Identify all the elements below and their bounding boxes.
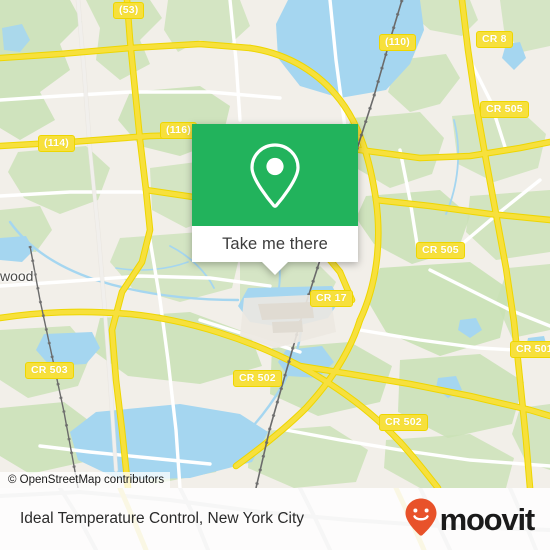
road-shield[interactable]: CR 505 xyxy=(416,242,465,259)
popup-header xyxy=(192,124,358,226)
take-me-there-button[interactable]: Take me there xyxy=(192,226,358,262)
road-shield[interactable]: (114) xyxy=(38,135,75,152)
moovit-wordmark: moovit xyxy=(439,501,536,537)
moovit-smiley-pin-icon xyxy=(404,497,438,542)
road-shield[interactable]: CR 501 xyxy=(510,341,550,358)
road-shield[interactable]: CR 502 xyxy=(379,414,428,431)
map-canvas[interactable]: (53) (110) CR 8 CR 505 (114) (116) CR 50… xyxy=(0,0,550,488)
moovit-logo[interactable]: moovit xyxy=(404,497,536,542)
take-me-there-label: Take me there xyxy=(222,234,328,253)
map-pin-icon xyxy=(249,141,301,209)
location-popup-card[interactable]: Take me there xyxy=(192,124,358,275)
road-shield[interactable]: CR 505 xyxy=(480,101,529,118)
road-shield[interactable]: CR 502 xyxy=(233,370,282,387)
place-label: wood xyxy=(0,268,34,284)
road-shield[interactable]: CR 17 xyxy=(310,290,353,307)
road-shield[interactable]: CR 8 xyxy=(476,31,513,48)
location-title: Ideal Temperature Control, New York City xyxy=(20,510,305,527)
road-shield[interactable]: CR 503 xyxy=(25,362,74,379)
road-shield[interactable]: (110) xyxy=(379,34,416,51)
moovit-map-screenshot: (53) (110) CR 8 CR 505 (114) (116) CR 50… xyxy=(0,0,550,550)
road-shield[interactable]: (53) xyxy=(113,2,145,19)
footer-bar: Ideal Temperature Control, New York City… xyxy=(0,488,550,550)
osm-attribution[interactable]: © OpenStreetMap contributors xyxy=(0,472,171,488)
popup-pointer-tail xyxy=(262,262,288,275)
